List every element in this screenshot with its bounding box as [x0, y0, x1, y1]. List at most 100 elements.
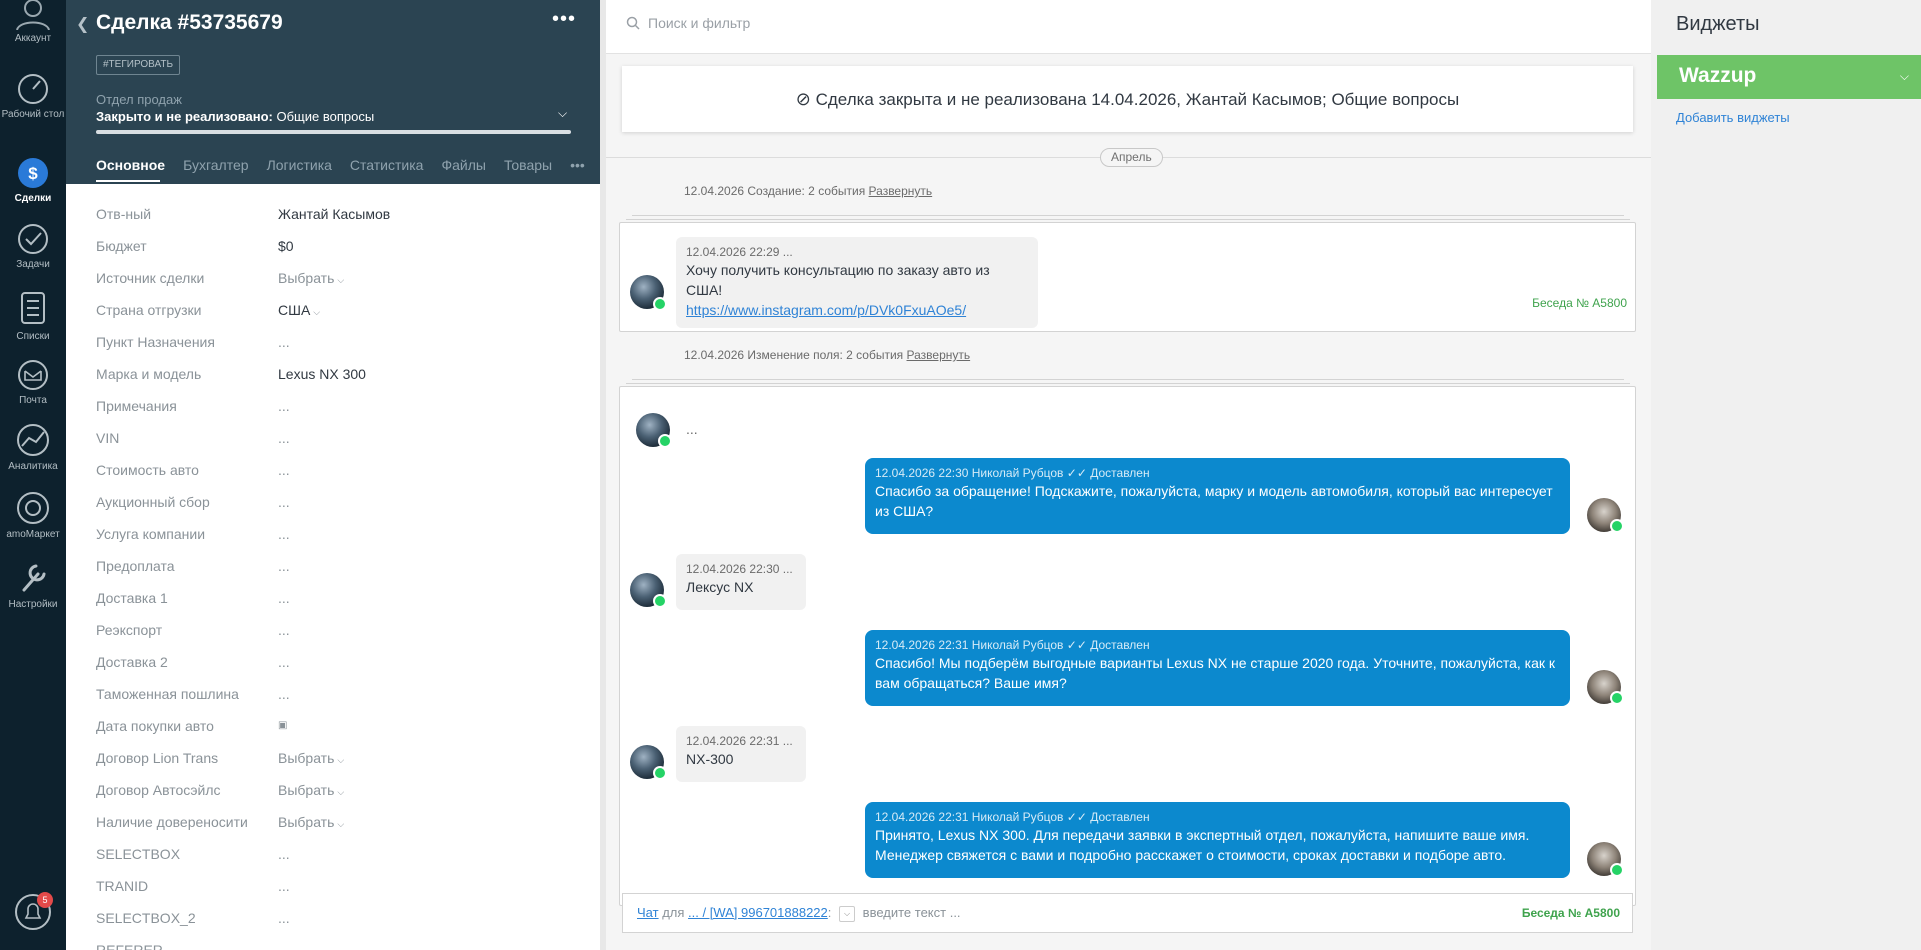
field-reexport[interactable]: Реэкспорт... [96, 620, 576, 642]
field-autosales-contract[interactable]: Договор Автосэйлс Выбрать ⌵ [96, 780, 576, 802]
field-delivery-2[interactable]: Доставка 2... [96, 652, 576, 674]
field-value[interactable]: ... [278, 686, 290, 702]
field-select[interactable]: Выбрать ⌵ [278, 270, 344, 286]
chevron-down-icon[interactable]: ⌵ [839, 905, 856, 922]
tab-accounting[interactable]: Бухгалтер [183, 157, 248, 173]
conversation-tag[interactable]: Беседа № A5800 [1522, 894, 1620, 932]
field-customs-duty[interactable]: Таможенная пошлина... [96, 684, 576, 706]
search-bar[interactable]: Поиск и фильтр [606, 0, 1651, 54]
chat-compose-bar[interactable]: Чат для ... / [WA] 996701888222: ⌵ введи… [622, 893, 1633, 933]
calendar-icon[interactable]: ▣ [278, 720, 287, 731]
nav-lists[interactable]: Списки [0, 290, 66, 343]
field-select[interactable]: Выбрать ⌵ [278, 782, 344, 798]
field-select[interactable]: Выбрать ⌵ [278, 750, 344, 766]
delivered-check-icon: ✓✓ [1066, 638, 1087, 652]
field-label: Договор Автосэйлс [96, 782, 221, 798]
field-label: Пункт Назначения [96, 334, 215, 350]
field-notes[interactable]: Примечания... [96, 396, 576, 418]
field-tranid[interactable]: TRANID... [96, 876, 576, 898]
field-value[interactable]: ... [278, 526, 290, 542]
chat-thread: ... 12.04.2026 22:30 Николай Рубцов ✓✓ Д… [619, 386, 1636, 906]
recipient-link[interactable]: ... / [WA] 996701888222 [688, 905, 828, 920]
analytics-icon [17, 424, 49, 456]
message-input[interactable]: введите текст ... [863, 905, 961, 920]
expand-link[interactable]: Развернуть [907, 348, 971, 362]
back-arrow-icon[interactable]: ❮ [76, 14, 89, 34]
field-value[interactable]: ... [278, 654, 290, 670]
field-select[interactable]: США ⌵ [278, 302, 320, 318]
field-prepayment[interactable]: Предоплата... [96, 556, 576, 578]
tabs-more-button[interactable]: ••• [570, 157, 585, 173]
field-referer[interactable]: REFERER [96, 940, 576, 950]
deal-status-select[interactable]: Закрыто и не реализовано: Общие вопросы [96, 109, 374, 124]
field-lion-trans-contract[interactable]: Договор Lion Trans Выбрать ⌵ [96, 748, 576, 770]
check-circle-icon [18, 224, 48, 254]
expand-link[interactable]: Развернуть [869, 184, 933, 198]
field-destination[interactable]: Пункт Назначения... [96, 332, 576, 354]
chat-mode-link[interactable]: Чат [637, 905, 659, 920]
search-input[interactable]: Поиск и фильтр [648, 15, 750, 31]
nav-amomarket[interactable]: amoМаркет [0, 488, 66, 541]
add-widgets-link[interactable]: Добавить виджеты [1676, 110, 1790, 125]
field-selectbox-2[interactable]: SELECTBOX_2... [96, 908, 576, 930]
message-meta: 12.04.2026 22:31 ... [686, 734, 793, 748]
nav-settings[interactable]: Настройки [0, 558, 66, 611]
message-link[interactable]: https://www.instagram.com/p/DVk0FxuAOe5/ [686, 300, 1028, 320]
field-value[interactable]: ... [278, 622, 290, 638]
field-make-model[interactable]: Марка и модель Lexus NX 300 [96, 364, 576, 386]
chevron-down-icon[interactable]: ⌵ [1900, 69, 1909, 84]
chevron-down-icon[interactable]: ⌵ [558, 106, 567, 121]
field-value[interactable]: ... [278, 878, 290, 894]
mail-icon [18, 360, 48, 390]
field-auction-fee[interactable]: Аукционный сбор... [96, 492, 576, 514]
field-deal-source[interactable]: Источник сделки Выбрать ⌵ [96, 268, 576, 290]
field-purchase-date[interactable]: Дата покупки авто ▣ [96, 716, 576, 738]
more-options-button[interactable]: ••• [552, 8, 576, 31]
nav-analytics[interactable]: Аналитика [0, 422, 66, 473]
field-value[interactable]: ... [278, 590, 290, 606]
tab-statistics[interactable]: Статистика [350, 157, 424, 173]
field-selectbox[interactable]: SELECTBOX... [96, 844, 576, 866]
field-value[interactable]: ... [278, 334, 290, 350]
field-car-cost[interactable]: Стоимость авто... [96, 460, 576, 482]
field-value[interactable]: ... [278, 846, 290, 862]
field-shipping-country[interactable]: Страна отгрузки США ⌵ [96, 300, 576, 322]
nav-tasks[interactable]: Задачи [0, 222, 66, 271]
field-company-service[interactable]: Услуга компании... [96, 524, 576, 546]
deal-title[interactable]: Сделка #53735679 [96, 11, 283, 35]
field-delivery-1[interactable]: Доставка 1... [96, 588, 576, 610]
wazzup-widget[interactable]: Wazzup ⌵ [1657, 55, 1921, 99]
field-value[interactable]: Жантай Касымов [278, 206, 390, 222]
field-label: Бюджет [96, 238, 147, 254]
nav-deals[interactable]: $ Сделки [0, 152, 66, 205]
tab-files[interactable]: Файлы [441, 157, 485, 173]
tab-logistics[interactable]: Логистика [267, 157, 332, 173]
field-value[interactable]: ... [278, 398, 290, 414]
message-meta-text: 12.04.2026 22:31 Николай Рубцов [875, 810, 1064, 824]
tab-products[interactable]: Товары [504, 157, 552, 173]
notifications-button[interactable]: 5 [0, 892, 66, 932]
field-power-of-attorney[interactable]: Наличие довереносити Выбрать ⌵ [96, 812, 576, 834]
field-value[interactable]: ... [278, 494, 290, 510]
tab-main[interactable]: Основное [96, 157, 165, 173]
conversation-tag[interactable]: Беседа № A5800 [1532, 296, 1627, 310]
field-responsible[interactable]: Отв-ный Жантай Касымов [96, 204, 576, 226]
field-select[interactable]: Выбрать ⌵ [278, 814, 344, 830]
field-vin[interactable]: VIN... [96, 428, 576, 450]
field-value[interactable]: Lexus NX 300 [278, 366, 366, 382]
status-progress-bar [96, 130, 571, 134]
field-value[interactable]: ... [278, 462, 290, 478]
nav-mail[interactable]: Почта [0, 358, 66, 407]
tag-button[interactable]: #ТЕГИРОВАТЬ [96, 55, 181, 75]
field-value[interactable]: ... [278, 430, 290, 446]
field-value[interactable]: ... [278, 558, 290, 574]
field-label: Услуга компании [96, 526, 206, 542]
whatsapp-icon [1610, 863, 1624, 877]
field-label: SELECTBOX [96, 846, 181, 862]
field-budget[interactable]: Бюджет $0 [96, 236, 576, 258]
nav-label: Почта [19, 395, 47, 406]
nav-dashboard[interactable]: Рабочий стол [0, 72, 66, 121]
field-value[interactable]: $0 [278, 238, 294, 254]
field-value[interactable]: ... [278, 910, 290, 926]
nav-account[interactable]: Аккаунт [0, 0, 66, 45]
